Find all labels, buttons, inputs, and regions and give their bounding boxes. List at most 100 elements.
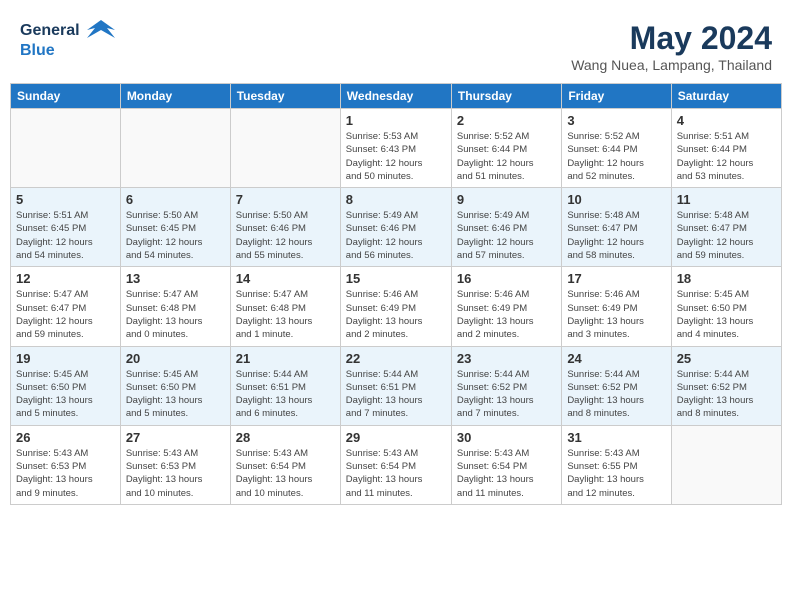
- day-number: 10: [567, 192, 665, 207]
- calendar-cell: 4 Sunrise: 5:51 AM Sunset: 6:44 PM Daylig…: [671, 109, 781, 188]
- day-number: 5: [16, 192, 115, 207]
- day-info: Sunrise: 5:43 AM Sunset: 6:54 PM Dayligh…: [346, 447, 446, 500]
- calendar-cell: 13 Sunrise: 5:47 AM Sunset: 6:48 PM Dayli…: [120, 267, 230, 346]
- logo-text: General: [20, 20, 115, 42]
- calendar-cell: [120, 109, 230, 188]
- calendar-cell: 6 Sunrise: 5:50 AM Sunset: 6:45 PM Daylig…: [120, 188, 230, 267]
- calendar-cell: 3 Sunrise: 5:52 AM Sunset: 6:44 PM Daylig…: [562, 109, 671, 188]
- calendar-cell: 20Sunrise: 5:45 AM Sunset: 6:50 PM Dayli…: [120, 346, 230, 425]
- calendar-cell: 16 Sunrise: 5:46 AM Sunset: 6:49 PM Dayli…: [451, 267, 561, 346]
- day-number: 30: [457, 430, 556, 445]
- day-info: Sunrise: 5:47 AM Sunset: 6:47 PM Dayligh…: [16, 288, 115, 341]
- calendar-cell: 15Sunrise: 5:46 AM Sunset: 6:49 PM Dayli…: [340, 267, 451, 346]
- calendar-week-row: 5Sunrise: 5:51 AM Sunset: 6:45 PM Daylig…: [11, 188, 782, 267]
- day-number: 20: [126, 351, 225, 366]
- day-number: 12: [16, 271, 115, 286]
- day-info: Sunrise: 5:43 AM Sunset: 6:53 PM Dayligh…: [16, 447, 115, 500]
- calendar-cell: 25Sunrise: 5:44 AM Sunset: 6:52 PM Dayli…: [671, 346, 781, 425]
- day-number: 3: [567, 113, 665, 128]
- calendar-cell: [230, 109, 340, 188]
- calendar-cell: 5Sunrise: 5:51 AM Sunset: 6:45 PM Daylig…: [11, 188, 121, 267]
- calendar-cell: 19 Sunrise: 5:45 AM Sunset: 6:50 PM Dayli…: [11, 346, 121, 425]
- day-number: 13: [126, 271, 225, 286]
- calendar-cell: 28 Sunrise: 5:43 AM Sunset: 6:54 PM Dayli…: [230, 425, 340, 504]
- calendar-cell: 9Sunrise: 5:49 AM Sunset: 6:46 PM Daylig…: [451, 188, 561, 267]
- header-tuesday: Tuesday: [230, 84, 340, 109]
- day-info: Sunrise: 5:47 AM Sunset: 6:48 PM Dayligh…: [236, 288, 335, 341]
- logo-blue: Blue: [20, 42, 115, 60]
- day-number: 7: [236, 192, 335, 207]
- day-number: 1: [346, 113, 446, 128]
- header-wednesday: Wednesday: [340, 84, 451, 109]
- calendar-cell: 14 Sunrise: 5:47 AM Sunset: 6:48 PM Dayli…: [230, 267, 340, 346]
- calendar-week-row: 1 Sunrise: 5:53 AM Sunset: 6:43 PM Daylig…: [11, 109, 782, 188]
- calendar-cell: [671, 425, 781, 504]
- day-number: 6: [126, 192, 225, 207]
- calendar-cell: 31 Sunrise: 5:43 AM Sunset: 6:55 PM Dayli…: [562, 425, 671, 504]
- calendar-cell: 8 Sunrise: 5:49 AM Sunset: 6:46 PM Daylig…: [340, 188, 451, 267]
- day-number: 8: [346, 192, 446, 207]
- calendar-cell: 17Sunrise: 5:46 AM Sunset: 6:49 PM Dayli…: [562, 267, 671, 346]
- day-info: Sunrise: 5:45 AM Sunset: 6:50 PM Dayligh…: [16, 368, 115, 421]
- calendar-cell: 21Sunrise: 5:44 AM Sunset: 6:51 PM Dayli…: [230, 346, 340, 425]
- day-info: Sunrise: 5:43 AM Sunset: 6:53 PM Dayligh…: [126, 447, 225, 500]
- calendar-cell: 26 Sunrise: 5:43 AM Sunset: 6:53 PM Dayli…: [11, 425, 121, 504]
- calendar-cell: 29Sunrise: 5:43 AM Sunset: 6:54 PM Dayli…: [340, 425, 451, 504]
- day-info: Sunrise: 5:44 AM Sunset: 6:51 PM Dayligh…: [346, 368, 446, 421]
- day-number: 14: [236, 271, 335, 286]
- calendar-cell: 23Sunrise: 5:44 AM Sunset: 6:52 PM Dayli…: [451, 346, 561, 425]
- day-info: Sunrise: 5:45 AM Sunset: 6:50 PM Dayligh…: [677, 288, 776, 341]
- calendar-cell: 22 Sunrise: 5:44 AM Sunset: 6:51 PM Dayli…: [340, 346, 451, 425]
- header-friday: Friday: [562, 84, 671, 109]
- header-sunday: Sunday: [11, 84, 121, 109]
- calendar-cell: 18Sunrise: 5:45 AM Sunset: 6:50 PM Dayli…: [671, 267, 781, 346]
- day-info: Sunrise: 5:49 AM Sunset: 6:46 PM Dayligh…: [346, 209, 446, 262]
- calendar-cell: 30Sunrise: 5:43 AM Sunset: 6:54 PM Dayli…: [451, 425, 561, 504]
- title-area: May 2024 Wang Nuea, Lampang, Thailand: [571, 20, 772, 73]
- day-info: Sunrise: 5:51 AM Sunset: 6:44 PM Dayligh…: [677, 130, 776, 183]
- day-number: 19: [16, 351, 115, 366]
- day-number: 26: [16, 430, 115, 445]
- day-number: 22: [346, 351, 446, 366]
- calendar-table: SundayMondayTuesdayWednesdayThursdayFrid…: [10, 83, 782, 505]
- logo: General Blue: [20, 20, 115, 60]
- day-number: 11: [677, 192, 776, 207]
- day-info: Sunrise: 5:47 AM Sunset: 6:48 PM Dayligh…: [126, 288, 225, 341]
- day-info: Sunrise: 5:46 AM Sunset: 6:49 PM Dayligh…: [346, 288, 446, 341]
- day-number: 27: [126, 430, 225, 445]
- day-number: 9: [457, 192, 556, 207]
- day-number: 2: [457, 113, 556, 128]
- calendar-cell: 10 Sunrise: 5:48 AM Sunset: 6:47 PM Dayli…: [562, 188, 671, 267]
- location-subtitle: Wang Nuea, Lampang, Thailand: [571, 57, 772, 73]
- day-info: Sunrise: 5:43 AM Sunset: 6:55 PM Dayligh…: [567, 447, 665, 500]
- calendar-header-row: SundayMondayTuesdayWednesdayThursdayFrid…: [11, 84, 782, 109]
- day-info: Sunrise: 5:50 AM Sunset: 6:46 PM Dayligh…: [236, 209, 335, 262]
- day-number: 24: [567, 351, 665, 366]
- day-info: Sunrise: 5:50 AM Sunset: 6:45 PM Dayligh…: [126, 209, 225, 262]
- day-number: 21: [236, 351, 335, 366]
- logo-bird-icon: [87, 20, 115, 42]
- header-saturday: Saturday: [671, 84, 781, 109]
- calendar-cell: 1 Sunrise: 5:53 AM Sunset: 6:43 PM Daylig…: [340, 109, 451, 188]
- page-header: General Blue May 2024 Wang Nuea, Lampang…: [10, 10, 782, 78]
- day-number: 16: [457, 271, 556, 286]
- day-info: Sunrise: 5:44 AM Sunset: 6:52 PM Dayligh…: [567, 368, 665, 421]
- calendar-cell: 11 Sunrise: 5:48 AM Sunset: 6:47 PM Dayli…: [671, 188, 781, 267]
- calendar-cell: 12 Sunrise: 5:47 AM Sunset: 6:47 PM Dayli…: [11, 267, 121, 346]
- calendar-cell: [11, 109, 121, 188]
- day-info: Sunrise: 5:46 AM Sunset: 6:49 PM Dayligh…: [457, 288, 556, 341]
- day-info: Sunrise: 5:48 AM Sunset: 6:47 PM Dayligh…: [677, 209, 776, 262]
- calendar-cell: 2Sunrise: 5:52 AM Sunset: 6:44 PM Daylig…: [451, 109, 561, 188]
- day-info: Sunrise: 5:43 AM Sunset: 6:54 PM Dayligh…: [236, 447, 335, 500]
- calendar-week-row: 26 Sunrise: 5:43 AM Sunset: 6:53 PM Dayli…: [11, 425, 782, 504]
- calendar-cell: 24 Sunrise: 5:44 AM Sunset: 6:52 PM Dayli…: [562, 346, 671, 425]
- day-info: Sunrise: 5:52 AM Sunset: 6:44 PM Dayligh…: [567, 130, 665, 183]
- calendar-week-row: 12 Sunrise: 5:47 AM Sunset: 6:47 PM Dayli…: [11, 267, 782, 346]
- month-title: May 2024: [571, 20, 772, 57]
- day-info: Sunrise: 5:53 AM Sunset: 6:43 PM Dayligh…: [346, 130, 446, 183]
- day-number: 31: [567, 430, 665, 445]
- day-number: 4: [677, 113, 776, 128]
- day-info: Sunrise: 5:46 AM Sunset: 6:49 PM Dayligh…: [567, 288, 665, 341]
- day-info: Sunrise: 5:48 AM Sunset: 6:47 PM Dayligh…: [567, 209, 665, 262]
- day-number: 28: [236, 430, 335, 445]
